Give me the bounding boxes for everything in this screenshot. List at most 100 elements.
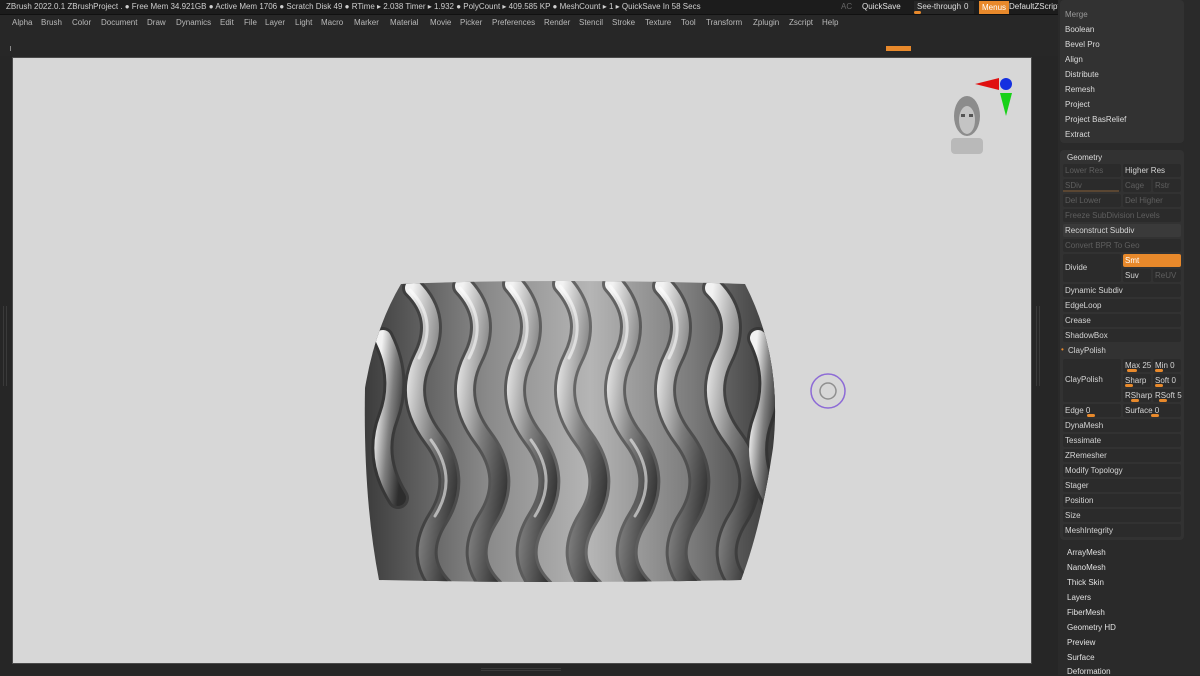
geometry-title[interactable]: Geometry [1067,153,1102,162]
claypolish-section[interactable]: ClayPolish • [1061,344,1181,357]
shelf-tick [10,46,11,51]
menu-render[interactable]: Render [544,18,570,27]
nanomesh-section[interactable]: NanoMesh [1067,563,1106,572]
menu-brush[interactable]: Brush [41,18,62,27]
higher-res-button[interactable]: Higher Res [1123,164,1181,177]
soft-slider[interactable]: Soft 0 [1153,374,1181,387]
menu-file[interactable]: File [244,18,257,27]
arraymesh-section[interactable]: ArrayMesh [1067,548,1106,557]
document-canvas[interactable] [12,57,1032,664]
navigation-head-icon[interactable] [951,96,983,154]
dynamic-subdiv-section[interactable]: Dynamic Subdiv [1063,284,1181,297]
bottom-tray[interactable] [0,664,1058,675]
tessimate-section[interactable]: Tessimate [1063,434,1181,447]
menu-movie[interactable]: Movie [430,18,451,27]
menu-item-distribute[interactable]: Distribute [1065,70,1099,79]
menu-stroke[interactable]: Stroke [612,18,635,27]
menu-item-project-basrelief[interactable]: Project BasRelief [1065,115,1126,124]
freeze-subdivision-button[interactable]: Freeze SubDivision Levels [1063,209,1181,222]
menu-item-remesh[interactable]: Remesh [1065,85,1095,94]
menu-item-merge[interactable]: Merge [1065,10,1088,19]
geometry-hd-section[interactable]: Geometry HD [1067,623,1116,632]
menu-edit[interactable]: Edit [220,18,234,27]
divide-button[interactable]: Divide [1063,254,1121,282]
fibermesh-section[interactable]: FiberMesh [1067,608,1105,617]
menu-item-bevel-pro[interactable]: Bevel Pro [1065,40,1100,49]
shadowbox-section[interactable]: ShadowBox [1063,329,1181,342]
menu-transform[interactable]: Transform [706,18,742,27]
bottom-tray-handle[interactable] [481,668,561,671]
default-zscript-button[interactable]: DefaultZScript [1009,2,1060,11]
surface-section[interactable]: Surface [1067,653,1095,662]
menu-tool[interactable]: Tool [681,18,696,27]
ac-button[interactable]: AC [841,2,852,11]
menu-preferences[interactable]: Preferences [492,18,535,27]
smt-toggle[interactable]: Smt [1123,254,1181,267]
preview-section[interactable]: Preview [1067,638,1095,647]
del-higher-button[interactable]: Del Higher [1123,194,1181,207]
sharp-slider[interactable]: Sharp [1123,374,1151,387]
menu-marker[interactable]: Marker [354,18,379,27]
del-lower-button[interactable]: Del Lower [1063,194,1121,207]
canvas-drawing [364,78,1012,588]
menu-document[interactable]: Document [101,18,137,27]
left-tray[interactable] [0,56,12,666]
menus-toggle-button[interactable]: Menus [979,1,1010,14]
menu-color[interactable]: Color [72,18,91,27]
see-through-label: See-through [917,2,962,11]
sdiv-slider[interactable]: SDiv [1063,179,1121,192]
max-slider[interactable]: Max 25 [1123,359,1151,372]
status-info: ZBrush 2022.0.1 ZBrushProject . ● Free M… [6,2,701,11]
suv-toggle[interactable]: Suv [1123,269,1151,282]
menu-layer[interactable]: Layer [265,18,285,27]
menu-picker[interactable]: Picker [460,18,482,27]
main-menu-bar: Alpha Brush Color Document Draw Dynamics… [0,15,1058,31]
edge-slider[interactable]: Edge 0 [1063,404,1121,417]
position-section[interactable]: Position [1063,494,1181,507]
menu-stencil[interactable]: Stencil [579,18,603,27]
menu-alpha[interactable]: Alpha [12,18,32,27]
menu-item-align[interactable]: Align [1065,55,1083,64]
thick-skin-section[interactable]: Thick Skin [1067,578,1104,587]
menu-dynamics[interactable]: Dynamics [176,18,211,27]
left-tray-handle[interactable] [3,306,7,386]
menu-material[interactable]: Material [390,18,418,27]
lower-res-button[interactable]: Lower Res [1063,164,1121,177]
shelf-indicator[interactable] [886,46,911,51]
crease-section[interactable]: Crease [1063,314,1181,327]
sculpt-mesh[interactable] [364,281,776,588]
rsharp-slider[interactable]: RSharp [1123,389,1152,402]
menu-help[interactable]: Help [822,18,838,27]
menu-light[interactable]: Light [295,18,312,27]
quicksave-button[interactable]: QuickSave [862,2,901,11]
claypolish-button[interactable]: ClayPolish [1063,359,1121,402]
menu-item-extract[interactable]: Extract [1065,130,1090,139]
reconstruct-subdiv-button[interactable]: Reconstruct Subdiv [1063,224,1181,237]
dynamesh-section[interactable]: DynaMesh [1063,419,1181,432]
rstr-button[interactable]: Rstr [1153,179,1181,192]
zremesher-section[interactable]: ZRemesher [1063,449,1181,462]
convert-bpr-button[interactable]: Convert BPR To Geo [1063,239,1181,252]
right-tray[interactable] [1032,56,1058,666]
menu-zplugin[interactable]: Zplugin [753,18,779,27]
menu-item-boolean[interactable]: Boolean [1065,25,1094,34]
meshintegrity-section[interactable]: MeshIntegrity [1063,524,1181,537]
min-slider[interactable]: Min 0 [1153,359,1181,372]
layers-section[interactable]: Layers [1067,593,1091,602]
surface-slider[interactable]: Surface 0 [1123,404,1181,417]
modify-topology-section[interactable]: Modify Topology [1063,464,1181,477]
right-tray-handle[interactable] [1036,306,1040,386]
rsoft-slider[interactable]: RSoft 5 [1153,389,1182,402]
menu-texture[interactable]: Texture [645,18,671,27]
menu-zscript[interactable]: Zscript [789,18,813,27]
size-section[interactable]: Size [1063,509,1181,522]
menu-draw[interactable]: Draw [147,18,166,27]
edgeloop-section[interactable]: EdgeLoop [1063,299,1181,312]
stager-section[interactable]: Stager [1063,479,1181,492]
menu-macro[interactable]: Macro [321,18,343,27]
cage-button[interactable]: Cage [1123,179,1151,192]
axis-gizmo-icon[interactable] [975,78,1012,116]
menu-item-project[interactable]: Project [1065,100,1090,109]
see-through-slider[interactable]: See-through 0 [914,1,974,14]
reuv-button[interactable]: ReUV [1153,269,1181,282]
